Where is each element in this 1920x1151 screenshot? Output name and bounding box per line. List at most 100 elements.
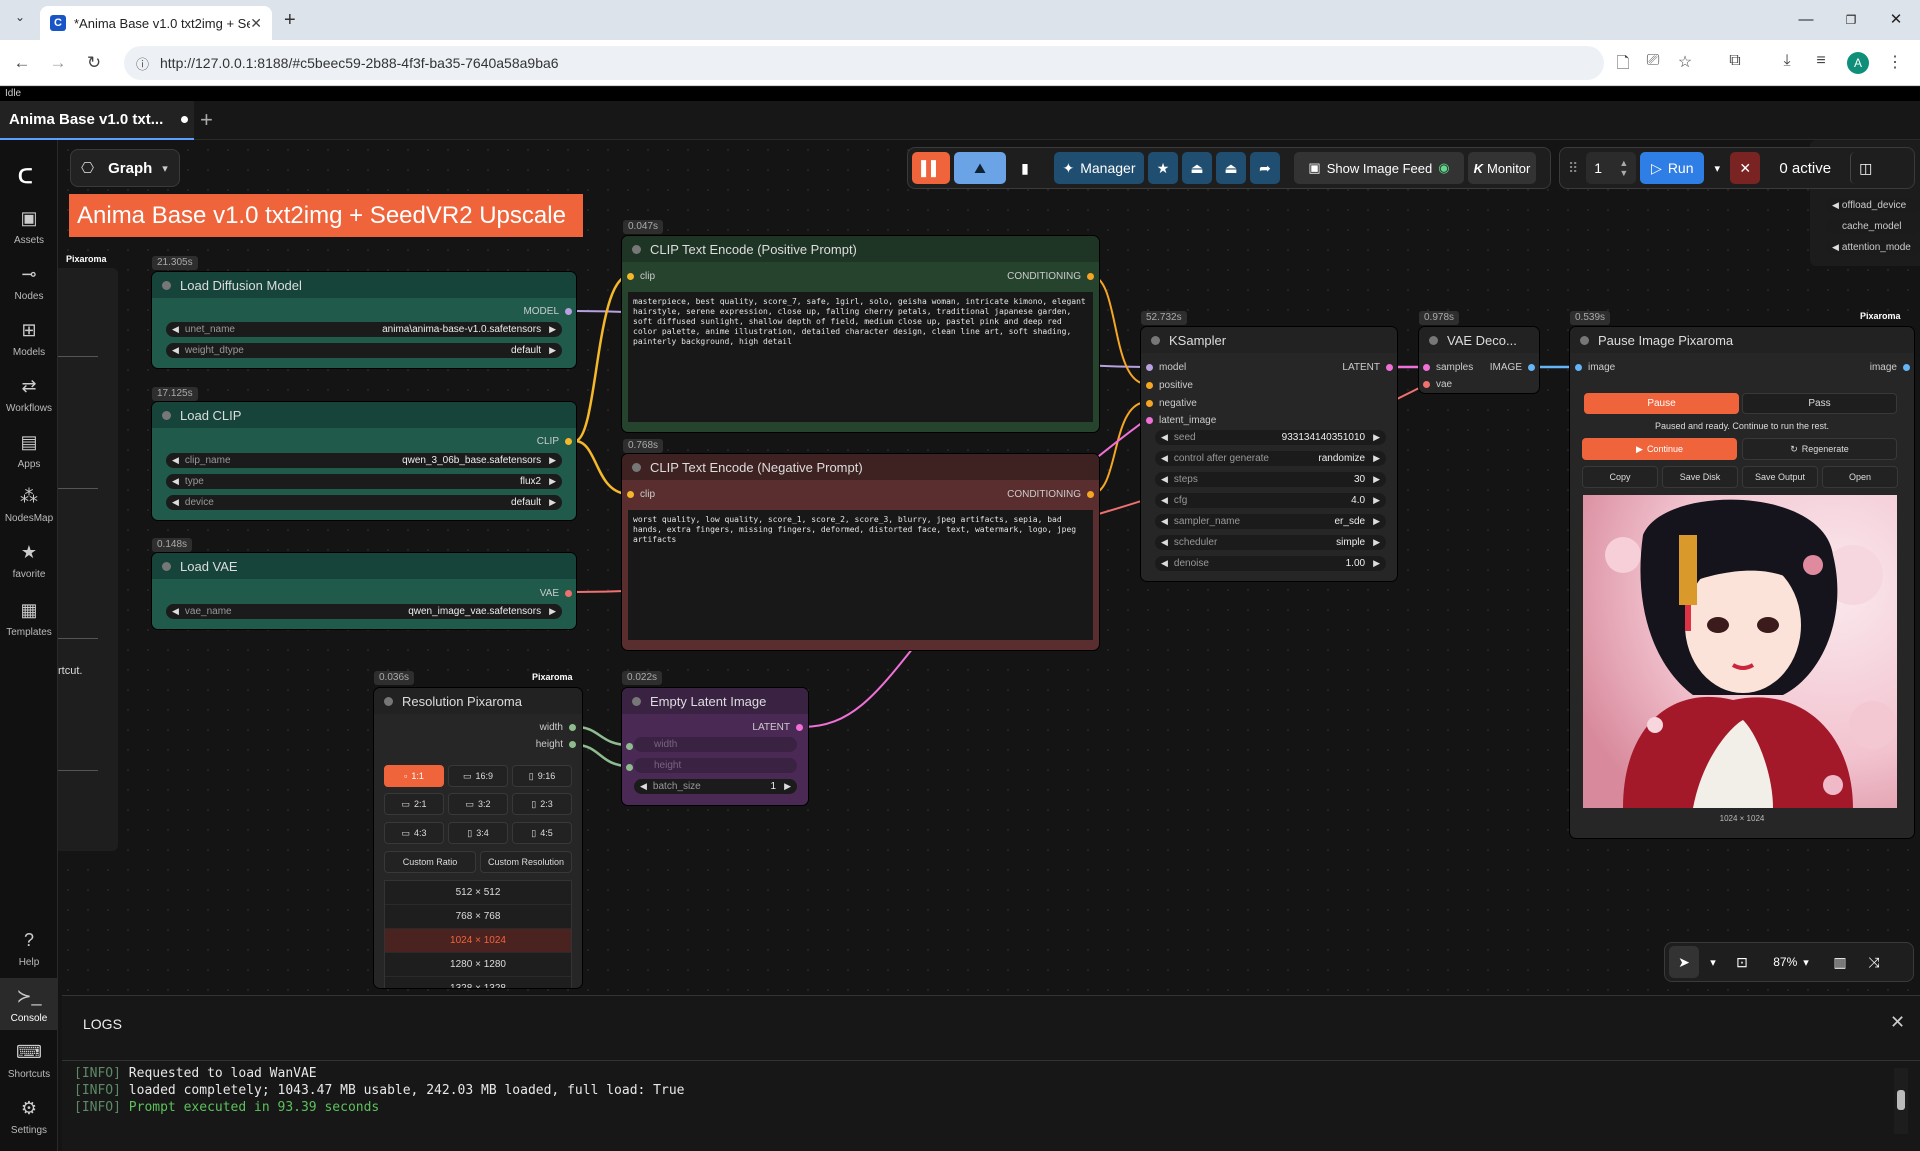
unet-name-widget[interactable]: ◀ unet_name anima\anima-base-v1.0.safetens… <box>166 322 562 337</box>
int-pin-icon[interactable] <box>626 764 633 771</box>
node-load-diffusion-model[interactable]: Load Diffusion Model MODEL ◀ unet_name ani… <box>152 272 576 368</box>
conditioning-pin-icon[interactable] <box>1087 272 1094 280</box>
stepper-icon[interactable]: ▲ ▼ <box>1619 158 1628 178</box>
batch-count-input[interactable]: 1 ▲ ▼ <box>1586 152 1637 184</box>
attention-mode-widget[interactable]: ◀ attention_mode <box>1826 240 1920 255</box>
vae-pin-icon[interactable] <box>565 589 572 597</box>
size-option[interactable]: 512 × 512 <box>385 881 571 905</box>
output-latent[interactable]: LATENT <box>1342 360 1393 374</box>
graph-selector[interactable]: ⎔ Graph ▾ <box>70 149 180 187</box>
seed-widget[interactable]: ◀ seed 933134140351010 ▶ <box>1155 430 1386 445</box>
input-samples[interactable]: samples <box>1423 360 1473 374</box>
minimap-button[interactable]: ▥ <box>1825 946 1855 978</box>
size-option[interactable]: 1328 × 1328 <box>385 977 571 988</box>
share-button[interactable]: ➦ <box>1250 152 1280 184</box>
denoise-widget[interactable]: ◀ denoise 1.00 ▶ <box>1155 556 1386 571</box>
ratio-2-3-button[interactable]: ▯ 2:3 <box>512 793 572 815</box>
sidebar-item-apps[interactable]: ▤ Apps <box>0 432 58 470</box>
close-icon[interactable]: ✕ <box>1890 1012 1905 1033</box>
output-conditioning[interactable]: CONDITIONING <box>1007 269 1094 283</box>
output-height[interactable]: height <box>536 737 576 751</box>
conditioning-pin-icon[interactable] <box>1146 399 1153 407</box>
drag-handle-icon[interactable]: ⠿ <box>1568 160 1578 177</box>
conditioning-pin-icon[interactable] <box>1087 490 1094 498</box>
toggle-panel-button[interactable]: ◫ <box>1850 152 1880 184</box>
model-pin-icon[interactable] <box>1146 363 1153 371</box>
size-option[interactable]: 768 × 768 <box>385 905 571 929</box>
copy-button[interactable]: Copy <box>1582 466 1658 488</box>
cfg-widget[interactable]: ◀ cfg 4.0 ▶ <box>1155 493 1386 508</box>
generated-image-preview[interactable] <box>1583 495 1897 808</box>
input-clip[interactable]: clip <box>627 269 655 283</box>
model-pin-icon[interactable] <box>565 307 572 315</box>
ratio-1-1-button[interactable]: ▫ 1:1 <box>384 765 444 787</box>
clip-pin-icon[interactable] <box>627 490 634 498</box>
clip-pin-icon[interactable] <box>565 437 572 445</box>
node-title[interactable]: Load Diffusion Model <box>152 272 576 298</box>
cancel-button[interactable]: ✕ <box>1730 152 1761 184</box>
open-button[interactable]: Open <box>1822 466 1898 488</box>
active-queue-button[interactable]: 0 active <box>1764 152 1846 184</box>
save-output-button[interactable]: Save Output <box>1742 466 1818 488</box>
node-empty-latent-image[interactable]: Empty Latent Image LATENT width height ◀… <box>622 688 808 805</box>
pixaroma-button[interactable]: ⛰ <box>954 152 1006 184</box>
node-load-vae[interactable]: Load VAE VAE ◀ vae_name qwen_image_vae.saf… <box>152 553 576 629</box>
sidebar-item-assets[interactable]: ▣ Assets <box>0 208 58 246</box>
batch-size-widget[interactable]: ◀ batch_size 1 ▶ <box>634 779 797 794</box>
output-conditioning[interactable]: CONDITIONING <box>1007 487 1094 501</box>
star-button[interactable]: ★ <box>1148 152 1178 184</box>
node-title[interactable]: Pause Image Pixaroma <box>1570 327 1914 353</box>
sidebar-item-workflows[interactable]: ⇄ Workflows <box>0 376 58 414</box>
positive-prompt-textarea[interactable]: masterpiece, best quality, score_7, safe… <box>628 292 1093 422</box>
sidebar-item-nodes[interactable]: ⊸ Nodes <box>0 264 58 302</box>
sidebar-item-favorite[interactable]: ★ favorite <box>0 542 58 580</box>
bookmark-button[interactable]: ▮ <box>1010 152 1040 184</box>
toggle-links-button[interactable]: ⤨ <box>1859 946 1889 978</box>
sidebar-item-models[interactable]: ⊞ Models <box>0 320 58 358</box>
clip-type-widget[interactable]: ◀ type flux2 ▶ <box>166 474 562 489</box>
image-pin-icon[interactable] <box>1575 363 1582 371</box>
fit-view-button[interactable]: ⊡ <box>1727 946 1757 978</box>
offload-device-widget[interactable]: ◀ offload_device <box>1826 198 1920 213</box>
sidebar-item-shortcuts[interactable]: ⌨ Shortcuts <box>0 1042 58 1080</box>
negative-prompt-textarea[interactable]: worst quality, low quality, score_1, sco… <box>628 510 1093 640</box>
show-image-feed-button[interactable]: ▣ Show Image Feed ◉ <box>1294 152 1464 184</box>
input-width[interactable] <box>626 741 633 753</box>
output-vae[interactable]: VAE <box>540 586 572 600</box>
node-pause-image-pixaroma[interactable]: Pause Image Pixaroma image image Pause P… <box>1570 327 1914 838</box>
image-pin-icon[interactable] <box>1903 363 1910 371</box>
regenerate-button[interactable]: ↻ Regenerate <box>1742 438 1897 460</box>
sidebar-item-console[interactable]: ≻_ Console <box>0 978 58 1030</box>
output-image[interactable]: image <box>1870 360 1910 374</box>
ratio-3-2-button[interactable]: ▭ 3:2 <box>448 793 508 815</box>
conditioning-pin-icon[interactable] <box>1146 381 1153 389</box>
int-pin-icon[interactable] <box>626 743 633 750</box>
input-positive[interactable]: positive <box>1146 378 1193 392</box>
custom-resolution-button[interactable]: Custom Resolution <box>480 851 572 873</box>
manager-button[interactable]: ✦ Manager <box>1054 152 1144 184</box>
input-vae[interactable]: vae <box>1423 377 1452 391</box>
input-image[interactable]: image <box>1575 360 1615 374</box>
sidebar-item-settings[interactable]: ⚙ Settings <box>0 1098 58 1136</box>
ratio-16-9-button[interactable]: ▭ 16:9 <box>448 765 508 787</box>
ratio-3-4-button[interactable]: ▯ 3:4 <box>448 822 508 844</box>
latent-pin-icon[interactable] <box>1146 416 1153 424</box>
node-title[interactable]: KSampler <box>1141 327 1397 353</box>
int-pin-icon[interactable] <box>569 723 576 731</box>
node-vae-decode[interactable]: VAE Deco... samples vae IMAGE <box>1419 327 1539 393</box>
sidebar-item-nodesmap[interactable]: ⁂ NodesMap <box>0 486 58 524</box>
node-load-clip[interactable]: Load CLIP CLIP ◀ clip_name qwen_3_06b_base… <box>152 402 576 520</box>
size-option-selected[interactable]: 1024 × 1024 <box>385 929 571 953</box>
latent-pin-icon[interactable] <box>1423 363 1430 371</box>
width-widget[interactable]: width <box>634 737 797 752</box>
queue-panel-button[interactable]: ▌▌ <box>912 152 950 184</box>
clip-pin-icon[interactable] <box>627 272 634 280</box>
sidebar-item-templates[interactable]: ▦ Templates <box>0 600 58 638</box>
weight-dtype-widget[interactable]: ◀ weight_dtype default ▶ <box>166 343 562 358</box>
node-title[interactable]: VAE Deco... <box>1419 327 1539 353</box>
custom-ratio-button[interactable]: Custom Ratio <box>384 851 476 873</box>
node-title[interactable]: CLIP Text Encode (Negative Prompt) <box>622 454 1099 480</box>
cache-model-widget[interactable]: cache_model <box>1826 219 1920 234</box>
output-width[interactable]: width <box>540 720 576 734</box>
image-pin-icon[interactable] <box>1528 363 1535 371</box>
